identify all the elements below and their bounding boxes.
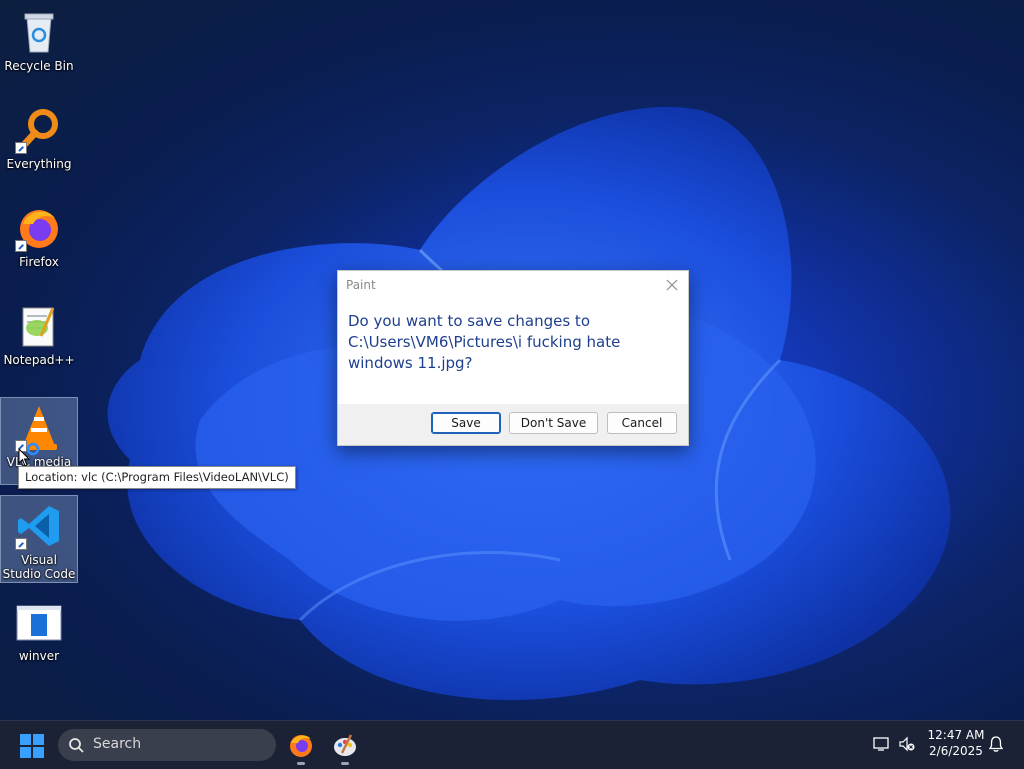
dialog-titlebar[interactable]: Paint — [338, 271, 688, 301]
vscode-icon — [15, 502, 63, 550]
close-icon[interactable] — [664, 277, 680, 293]
busy-spinner-icon — [26, 442, 40, 456]
start-button[interactable] — [20, 734, 44, 758]
desktop-icon-label: Visual Studio Code — [2, 553, 76, 581]
dialog-message: Do you want to save changes to C:\Users\… — [348, 312, 621, 372]
desktop-icon-notepad-plus-plus[interactable]: Notepad++ — [0, 296, 78, 384]
network-icon[interactable] — [873, 736, 891, 752]
everything-search-icon — [15, 106, 63, 154]
firefox-icon — [15, 204, 63, 252]
desktop-icon-firefox[interactable]: Firefox — [0, 198, 78, 286]
firefox-icon — [290, 735, 312, 757]
paint-icon — [334, 734, 356, 756]
notification-bell-icon[interactable] — [988, 735, 1004, 753]
desktop-icon-label: winver — [18, 649, 60, 663]
notepad-plus-plus-icon — [15, 302, 63, 350]
location-tooltip: Location: vlc (C:\Program Files\VideoLAN… — [18, 466, 296, 489]
winver-icon — [15, 598, 63, 646]
clock-time: 12:47 AM — [927, 728, 985, 742]
shortcut-arrow-icon — [15, 538, 27, 550]
running-indicator — [341, 762, 349, 765]
dialog-button-bar: Save Don't Save Cancel — [338, 404, 688, 445]
taskbar-search-box[interactable]: Search — [58, 729, 276, 761]
desktop-icon-label: Firefox — [19, 255, 59, 269]
recycle-bin-icon — [15, 8, 63, 56]
desktop-icon-label: Notepad++ — [3, 353, 75, 367]
taskbar-app-paint[interactable] — [331, 731, 359, 765]
desktop-icon-vscode[interactable]: Visual Studio Code — [0, 495, 78, 583]
search-icon — [69, 738, 84, 753]
desktop-icon-recycle-bin[interactable]: Recycle Bin — [0, 2, 78, 90]
shortcut-arrow-icon — [15, 142, 27, 154]
windows-logo-icon — [20, 734, 31, 745]
desktop-icon-label: Everything — [6, 157, 72, 171]
desktop-icon-label: Recycle Bin — [4, 59, 74, 73]
dialog-title: Paint — [346, 278, 376, 292]
desktop-icon-winver[interactable]: winver — [0, 592, 78, 680]
cancel-button[interactable]: Cancel — [607, 412, 677, 434]
taskbar: Search — [0, 720, 1024, 769]
search-placeholder: Search — [93, 736, 142, 752]
taskbar-clock[interactable]: 12:47 AM 2/6/2025 — [922, 727, 990, 759]
save-button[interactable]: Save — [431, 412, 501, 434]
volume-muted-icon[interactable] — [898, 736, 916, 752]
desktop-icon-everything[interactable]: Everything — [0, 100, 78, 188]
taskbar-app-firefox[interactable] — [287, 731, 315, 765]
save-changes-dialog: Paint Do you want to save changes to C:\… — [337, 270, 689, 446]
running-indicator — [297, 762, 305, 765]
dont-save-button[interactable]: Don't Save — [509, 412, 598, 434]
clock-date: 2/6/2025 — [929, 744, 983, 758]
shortcut-arrow-icon — [15, 240, 27, 252]
